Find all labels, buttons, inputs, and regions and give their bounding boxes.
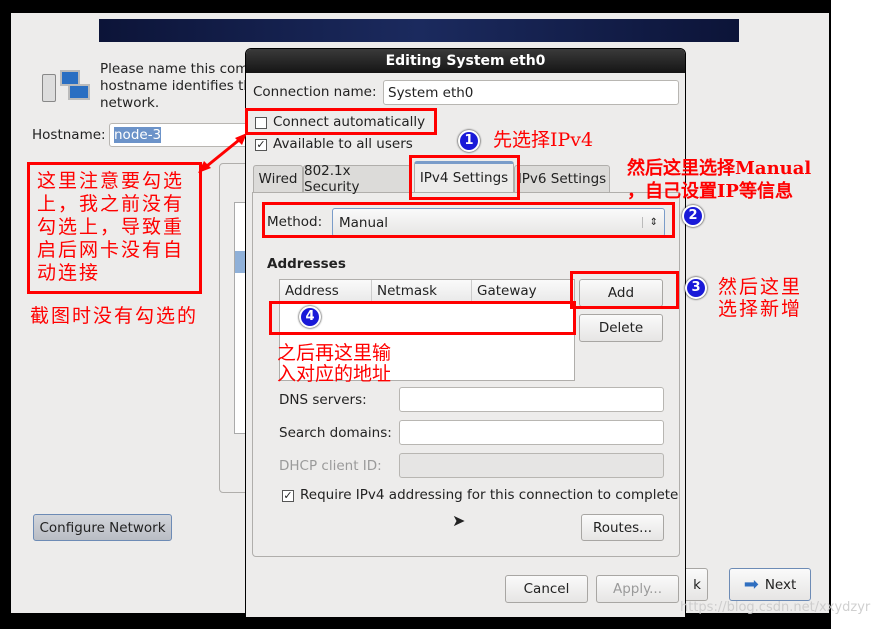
configure-network-label: Configure Network (39, 519, 166, 536)
annotation-box-ipv4-tab (409, 155, 520, 200)
apply-button: Apply... (596, 575, 679, 603)
apply-label: Apply... (612, 581, 663, 597)
addresses-heading: Addresses (267, 256, 346, 272)
tab-wired[interactable]: Wired (253, 165, 303, 193)
annotation-step4a: 之后再这里输 (277, 342, 392, 364)
dns-label: DNS servers: (279, 392, 367, 408)
dhcp-client-id-input (399, 453, 664, 478)
intro-text: Please name this com hostname identifies… (100, 61, 252, 112)
annotation-step1: 先选择IPv4 (493, 129, 594, 151)
column-netmask[interactable]: Netmask (372, 280, 472, 301)
annotation-step3b: 选择新增 (718, 298, 803, 320)
annotation-step2a: 然后这里选择Manual (627, 158, 812, 179)
routes-button[interactable]: Routes... (581, 514, 664, 541)
dhcp-client-id-label: DHCP client ID: (279, 458, 382, 474)
step-1-badge: 1 (458, 130, 480, 152)
dns-input[interactable] (399, 387, 664, 412)
hostname-value: node-3 (114, 127, 162, 143)
step-2-badge: 2 (682, 205, 704, 227)
tab-label: IPv6 Settings (517, 171, 607, 187)
annotation-step4b: 入对应的地址 (277, 363, 392, 385)
step-3-badge: 3 (685, 277, 707, 299)
tab-ipv6-settings[interactable]: IPv6 Settings (514, 165, 610, 193)
computer-network-icon (42, 70, 92, 104)
cancel-label: Cancel (523, 581, 570, 597)
next-label: Next (764, 576, 797, 593)
cancel-button[interactable]: Cancel (505, 575, 588, 603)
configure-network-button[interactable]: Configure Network (33, 514, 172, 541)
delete-label: Delete (598, 320, 644, 336)
intro-line: network. (100, 95, 160, 111)
annotation-left-note: 这里注意要勾选上，我之前没有勾选上，导致重启后网卡没有自动连接 (37, 170, 185, 284)
intro-line: hostname identifies th (100, 78, 252, 94)
connection-name-input[interactable]: System eth0 (383, 80, 679, 105)
column-address[interactable]: Address (280, 280, 372, 301)
search-domains-label: Search domains: (279, 425, 392, 441)
arrow-right-icon: ➡ (743, 574, 759, 595)
installer-banner (99, 19, 739, 42)
delete-button[interactable]: Delete (579, 314, 663, 342)
annotation-box-method (262, 202, 675, 238)
routes-label: Routes... (592, 519, 653, 536)
annotation-box-add (570, 271, 679, 309)
annotation-left-note2: 截图时没有勾选的 (30, 305, 199, 327)
next-button[interactable]: ➡ Next (729, 568, 811, 601)
annotation-step2b: ，自己设置IP等信息 (627, 181, 793, 202)
connection-name-value: System eth0 (388, 84, 474, 101)
available-all-users-checkbox[interactable]: ✓ (255, 139, 267, 151)
dialog-title: Editing System eth0 (246, 49, 685, 73)
require-ipv4-label[interactable]: Require IPv4 addressing for this connect… (300, 487, 678, 503)
annotation-box-connect-auto (245, 108, 437, 135)
tab-8021x-security[interactable]: 802.1x Security (303, 163, 411, 195)
column-gateway[interactable]: Gateway (472, 280, 542, 301)
tab-label: Wired (258, 171, 298, 187)
annotation-step3a: 然后这里 (718, 276, 803, 298)
search-domains-input[interactable] (399, 420, 664, 445)
available-all-users-label[interactable]: Available to all users (273, 136, 413, 152)
connection-name-label: Connection name: (253, 84, 377, 100)
require-ipv4-checkbox[interactable]: ✓ (282, 490, 294, 502)
back-label: k (693, 576, 701, 593)
intro-line: Please name this com (100, 61, 249, 77)
watermark: https://blog.csdn.net/xxydzyr (680, 600, 871, 615)
tab-label: 802.1x Security (304, 163, 360, 195)
annotation-double-arrow (198, 133, 247, 173)
hostname-label: Hostname: (32, 127, 106, 143)
mouse-cursor-icon: ➤ (452, 511, 466, 530)
step-4-badge: 4 (299, 306, 321, 328)
